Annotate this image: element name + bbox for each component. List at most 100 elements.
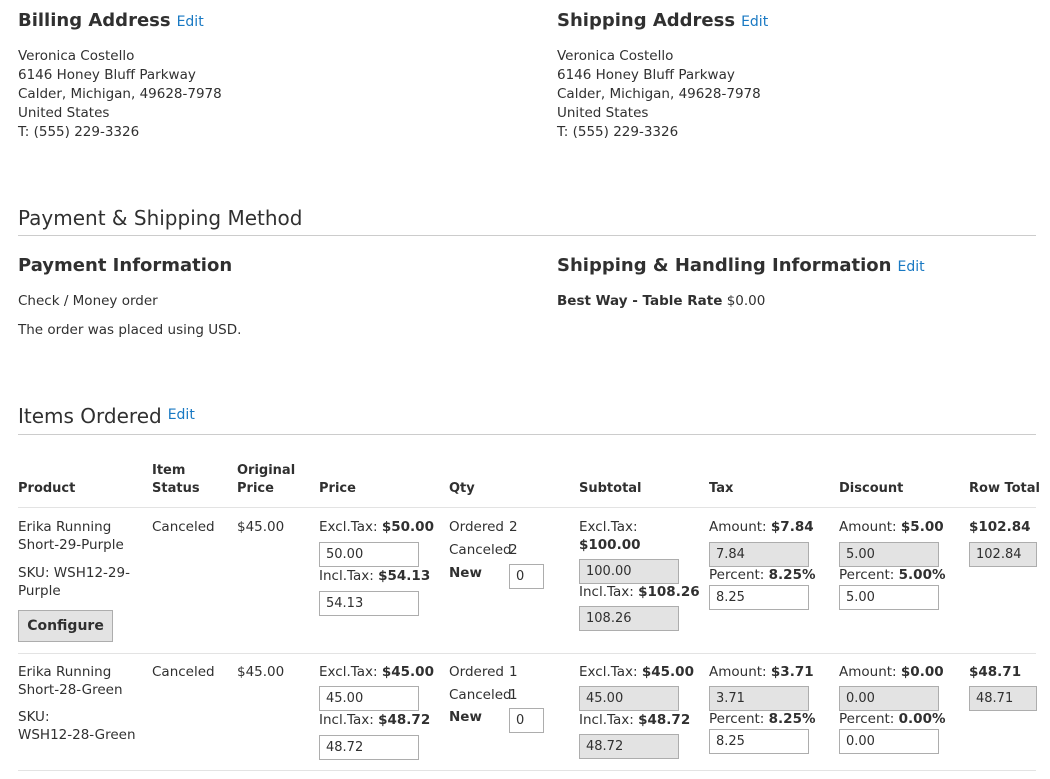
qty-new-input[interactable]: 0 xyxy=(509,564,544,589)
price-excl-tax: Excl.Tax: $50.00 xyxy=(319,518,434,536)
payment-shipping-title: Payment & Shipping Method xyxy=(18,206,303,230)
section-divider xyxy=(18,235,1036,236)
original-price: $45.00 xyxy=(237,519,285,535)
billing-address-title: Billing Address Edit xyxy=(18,10,204,31)
shipping-edit-link[interactable]: Edit xyxy=(741,14,768,30)
price-excl-input[interactable]: 45.00 xyxy=(319,686,419,711)
subtotal-incl-label: Incl.Tax: xyxy=(579,584,634,600)
shipping-address-title: Shipping Address Edit xyxy=(557,10,768,31)
tax-percent: Percent: 8.25% xyxy=(709,566,816,584)
row-total-value: $102.84 xyxy=(969,519,1031,535)
price-incl-tax: Incl.Tax: $54.13 xyxy=(319,567,430,585)
excl-tax-label: Excl.Tax: xyxy=(319,519,378,535)
shipping-country: United States xyxy=(557,105,649,121)
col-original-price-line2: Price xyxy=(237,481,274,496)
subtotal-incl-value: $48.72 xyxy=(638,712,691,728)
discount-amount-value: $0.00 xyxy=(900,664,944,680)
sku-value-line1: WSH12-28-Green xyxy=(18,727,136,743)
tax-amount-value: $7.84 xyxy=(770,519,814,535)
handling-heading: Shipping & Handling Information xyxy=(557,255,892,276)
subtotal-excl-label: Excl.Tax: xyxy=(579,519,638,535)
col-product: Product xyxy=(18,481,76,496)
shipping-city: Calder, Michigan, 49628-7978 xyxy=(557,86,761,102)
qty-canceled: Canceled 2 xyxy=(449,541,518,559)
billing-address: Veronica Costello 6146 Honey Bluff Parkw… xyxy=(18,47,222,142)
subtotal-excl-input: 45.00 xyxy=(579,686,679,711)
sku-label: SKU: xyxy=(18,565,50,581)
discount-percent-input[interactable]: 0.00 xyxy=(839,729,939,754)
product-name: Erika Running Short-28-Green xyxy=(18,663,123,699)
tax-percent-label: Percent: xyxy=(709,567,765,583)
billing-street: 6146 Honey Bluff Parkway xyxy=(18,67,196,83)
section-divider xyxy=(18,434,1036,435)
billing-country: United States xyxy=(18,105,110,121)
discount-amount-value: $5.00 xyxy=(900,519,944,535)
items-ordered-heading: Items Ordered xyxy=(18,404,162,428)
tax-percent-input[interactable]: 8.25 xyxy=(709,585,809,610)
discount-percent-label: Percent: xyxy=(839,711,895,727)
subtotal-excl-value: $100.00 xyxy=(579,537,641,553)
price-excl-input[interactable]: 50.00 xyxy=(319,542,419,567)
price-incl-input[interactable]: 54.13 xyxy=(319,591,419,616)
product-sku: SKU: WSH12-28-Green xyxy=(18,708,136,744)
product-name-line2: Short-29-Purple xyxy=(18,537,124,553)
tax-percent: Percent: 8.25% xyxy=(709,710,816,728)
discount-amount: Amount: $5.00 xyxy=(839,518,944,536)
product-name: Erika Running Short-29-Purple xyxy=(18,518,124,554)
tax-amount: Amount: $7.84 xyxy=(709,518,814,536)
qty-new-input[interactable]: 0 xyxy=(509,708,544,733)
price-excl-value: $45.00 xyxy=(381,664,434,680)
shipping-address: Veronica Costello 6146 Honey Bluff Parkw… xyxy=(557,47,761,142)
qty-canceled: Canceled 1 xyxy=(449,686,518,704)
qty-new-label: New xyxy=(449,565,482,581)
item-status: Canceled xyxy=(152,664,215,680)
incl-tax-label: Incl.Tax: xyxy=(319,712,374,728)
subtotal-excl-tax: Excl.Tax: $45.00 xyxy=(579,663,694,681)
sku-label: SKU: xyxy=(18,709,50,725)
excl-tax-label: Excl.Tax: xyxy=(319,664,378,680)
tax-percent-input[interactable]: 8.25 xyxy=(709,729,809,754)
shipping-method: Best Way - Table Rate $0.00 xyxy=(557,292,765,311)
tax-amount-label: Amount: xyxy=(709,519,767,535)
items-edit-link[interactable]: Edit xyxy=(168,407,195,423)
price-excl-tax: Excl.Tax: $45.00 xyxy=(319,663,434,681)
row-total-input: 48.71 xyxy=(969,686,1037,711)
col-item-status-line2: Status xyxy=(152,481,200,496)
col-item-status-line1: Item xyxy=(152,463,186,478)
handling-edit-link[interactable]: Edit xyxy=(897,259,924,275)
discount-percent-value: 5.00% xyxy=(898,567,946,583)
row-divider xyxy=(18,653,1036,654)
subtotal-incl-tax: Incl.Tax: $48.72 xyxy=(579,711,690,729)
tax-amount-value: $3.71 xyxy=(770,664,814,680)
price-incl-input[interactable]: 48.72 xyxy=(319,735,419,760)
items-ordered-title: Items Ordered Edit xyxy=(18,404,195,428)
canceled-label: Canceled xyxy=(449,542,512,558)
col-subtotal: Subtotal xyxy=(579,481,642,496)
configure-button[interactable]: Configure xyxy=(18,610,113,642)
discount-amount-input: 0.00 xyxy=(839,686,939,711)
subtotal-excl-tax: Excl.Tax: $100.00 xyxy=(579,518,641,554)
tax-percent-value: 8.25% xyxy=(768,711,816,727)
product-sku: SKU: WSH12-29- Purple xyxy=(18,564,130,600)
shipping-name: Veronica Costello xyxy=(557,48,674,64)
discount-amount-label: Amount: xyxy=(839,519,897,535)
incl-tax-label: Incl.Tax: xyxy=(319,568,374,584)
discount-percent-value: 0.00% xyxy=(898,711,946,727)
billing-phone: T: (555) 229-3326 xyxy=(18,124,140,140)
tax-amount: Amount: $3.71 xyxy=(709,663,814,681)
qty-ordered-value: 2 xyxy=(509,519,518,535)
subtotal-incl-input: 108.26 xyxy=(579,606,679,631)
subtotal-excl-input: 100.00 xyxy=(579,559,679,584)
col-price: Price xyxy=(319,481,356,496)
price-excl-value: $50.00 xyxy=(381,519,434,535)
billing-edit-link[interactable]: Edit xyxy=(177,14,204,30)
tax-amount-input: 7.84 xyxy=(709,542,809,567)
tax-percent-label: Percent: xyxy=(709,711,765,727)
payment-method: Check / Money order xyxy=(18,293,158,309)
col-original-price: Original Price xyxy=(237,462,295,498)
discount-percent-input[interactable]: 5.00 xyxy=(839,585,939,610)
qty-ordered: Ordered 1 xyxy=(449,663,518,681)
shipping-method-name: Best Way - Table Rate xyxy=(557,293,723,309)
header-divider xyxy=(18,507,1036,508)
row-total-value: $48.71 xyxy=(969,664,1022,680)
